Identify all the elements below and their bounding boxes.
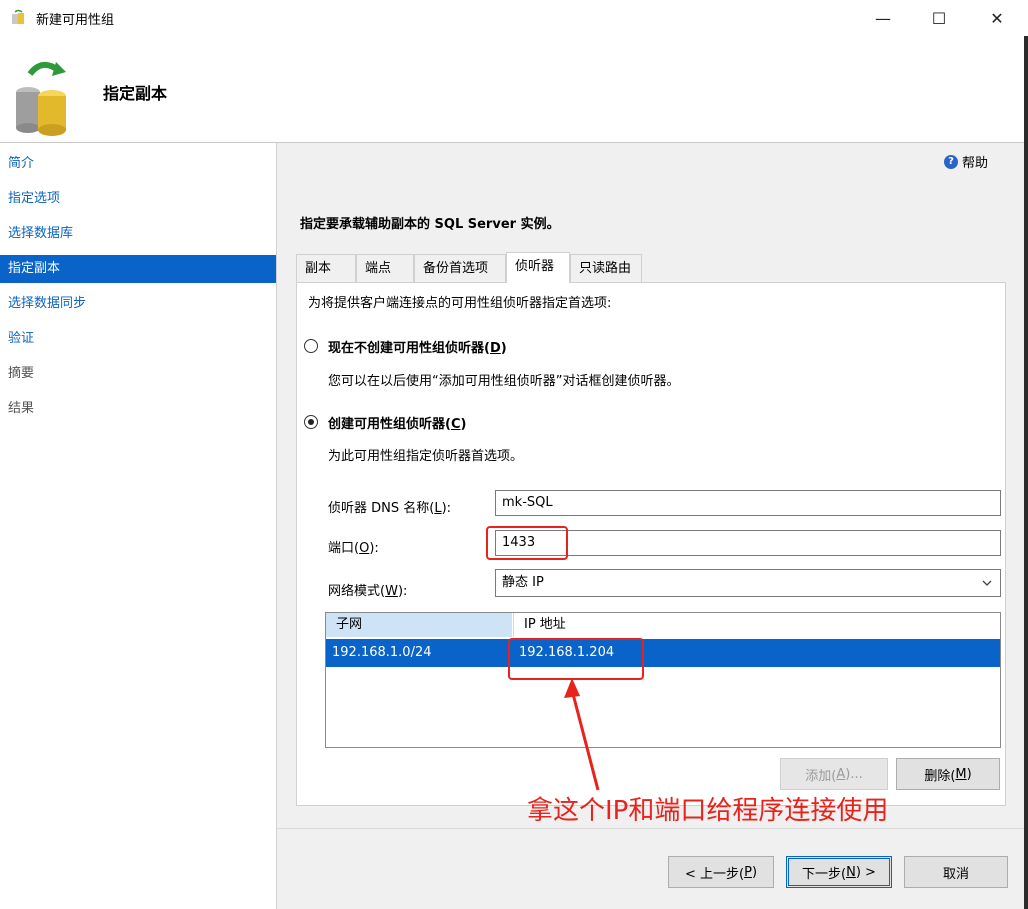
- wizard-steps-sidebar: 简介 指定选项 选择数据库 指定副本 选择数据同步 验证 摘要 结果: [0, 143, 277, 909]
- panel-description: 为将提供客户端连接点的可用性组侦听器指定首选项:: [308, 296, 612, 311]
- annotation-text: 拿这个IP和端口给程序连接使用: [527, 796, 889, 826]
- network-mode-value: 静态 IP: [502, 575, 544, 590]
- maximize-button[interactable]: ☐: [916, 0, 962, 36]
- port-highlight-box: [486, 526, 568, 560]
- dns-name-input[interactable]: mk-SQL: [495, 490, 1001, 516]
- network-mode-label: 网络模式(W):: [328, 584, 408, 599]
- next-button[interactable]: 下一步(N) >: [786, 856, 892, 888]
- port-label: 端口(O):: [328, 541, 379, 556]
- column-header-subnet[interactable]: 子网: [326, 613, 512, 637]
- window-edge: [1024, 36, 1028, 909]
- create-listener-note: 为此可用性组指定侦听器首选项。: [328, 449, 524, 464]
- window-title: 新建可用性组: [36, 13, 115, 28]
- page-title: 指定副本: [103, 84, 168, 103]
- help-label: 帮助: [962, 156, 989, 171]
- radio-create-listener[interactable]: [304, 415, 318, 429]
- cell-subnet: 192.168.1.0/24: [332, 645, 432, 660]
- help-link[interactable]: ? 帮助: [944, 152, 988, 171]
- add-button: 添加(A)...: [780, 758, 888, 790]
- chevron-down-icon: [982, 580, 992, 586]
- annotation-arrow-icon: [564, 678, 600, 791]
- title-bar: 新建可用性组 — ☐ ✕: [0, 0, 1028, 36]
- remove-button[interactable]: 删除(M): [896, 758, 1000, 790]
- sidebar-item-validation[interactable]: 验证: [0, 325, 276, 353]
- availability-group-icon: [12, 9, 24, 24]
- sidebar-item-intro[interactable]: 简介: [0, 150, 276, 178]
- radio-create-listener-label: 创建可用性组侦听器(C): [328, 417, 467, 432]
- previous-button[interactable]: < 上一步(P): [668, 856, 774, 888]
- tab-replicas[interactable]: 副本: [296, 254, 356, 282]
- tab-endpoints[interactable]: 端点: [356, 254, 414, 282]
- column-header-ip[interactable]: IP 地址: [513, 613, 1000, 637]
- tab-readonly-routing[interactable]: 只读路由: [570, 254, 642, 282]
- network-mode-select[interactable]: 静态 IP: [495, 569, 1001, 597]
- database-replica-icon: [16, 61, 66, 136]
- radio-no-listener-label: 现在不创建可用性组侦听器(D): [328, 341, 507, 356]
- sidebar-item-summary: 摘要: [8, 366, 35, 381]
- tab-listener[interactable]: 侦听器: [506, 252, 570, 283]
- no-listener-note: 您可以在以后使用“添加可用性组侦听器”对话框创建侦听器。: [328, 374, 680, 389]
- sidebar-item-options[interactable]: 指定选项: [0, 185, 276, 213]
- tab-backup-preferences[interactable]: 备份首选项: [414, 254, 506, 282]
- ip-highlight-box: [508, 638, 644, 680]
- close-button[interactable]: ✕: [974, 0, 1020, 36]
- port-input[interactable]: 1433: [495, 530, 1001, 556]
- table-row[interactable]: 192.168.1.0/24 192.168.1.204: [326, 639, 1000, 667]
- subnet-ip-grid[interactable]: 子网 IP 地址 192.168.1.0/24 192.168.1.204: [325, 612, 1001, 748]
- cancel-button[interactable]: 取消: [904, 856, 1008, 888]
- radio-no-listener[interactable]: [304, 339, 318, 353]
- sidebar-item-results: 结果: [8, 401, 35, 416]
- sidebar-item-databases[interactable]: 选择数据库: [0, 220, 276, 248]
- help-icon: ?: [944, 154, 958, 169]
- sidebar-item-data-sync[interactable]: 选择数据同步: [0, 290, 276, 318]
- sidebar-item-replicas[interactable]: 指定副本: [0, 255, 276, 283]
- dns-name-label: 侦听器 DNS 名称(L):: [328, 501, 452, 516]
- minimize-button[interactable]: —: [860, 0, 906, 36]
- footer-divider: [277, 828, 1024, 829]
- instruction-text: 指定要承载辅助副本的 SQL Server 实例。: [300, 217, 560, 232]
- wizard-header: 指定副本: [0, 36, 1028, 143]
